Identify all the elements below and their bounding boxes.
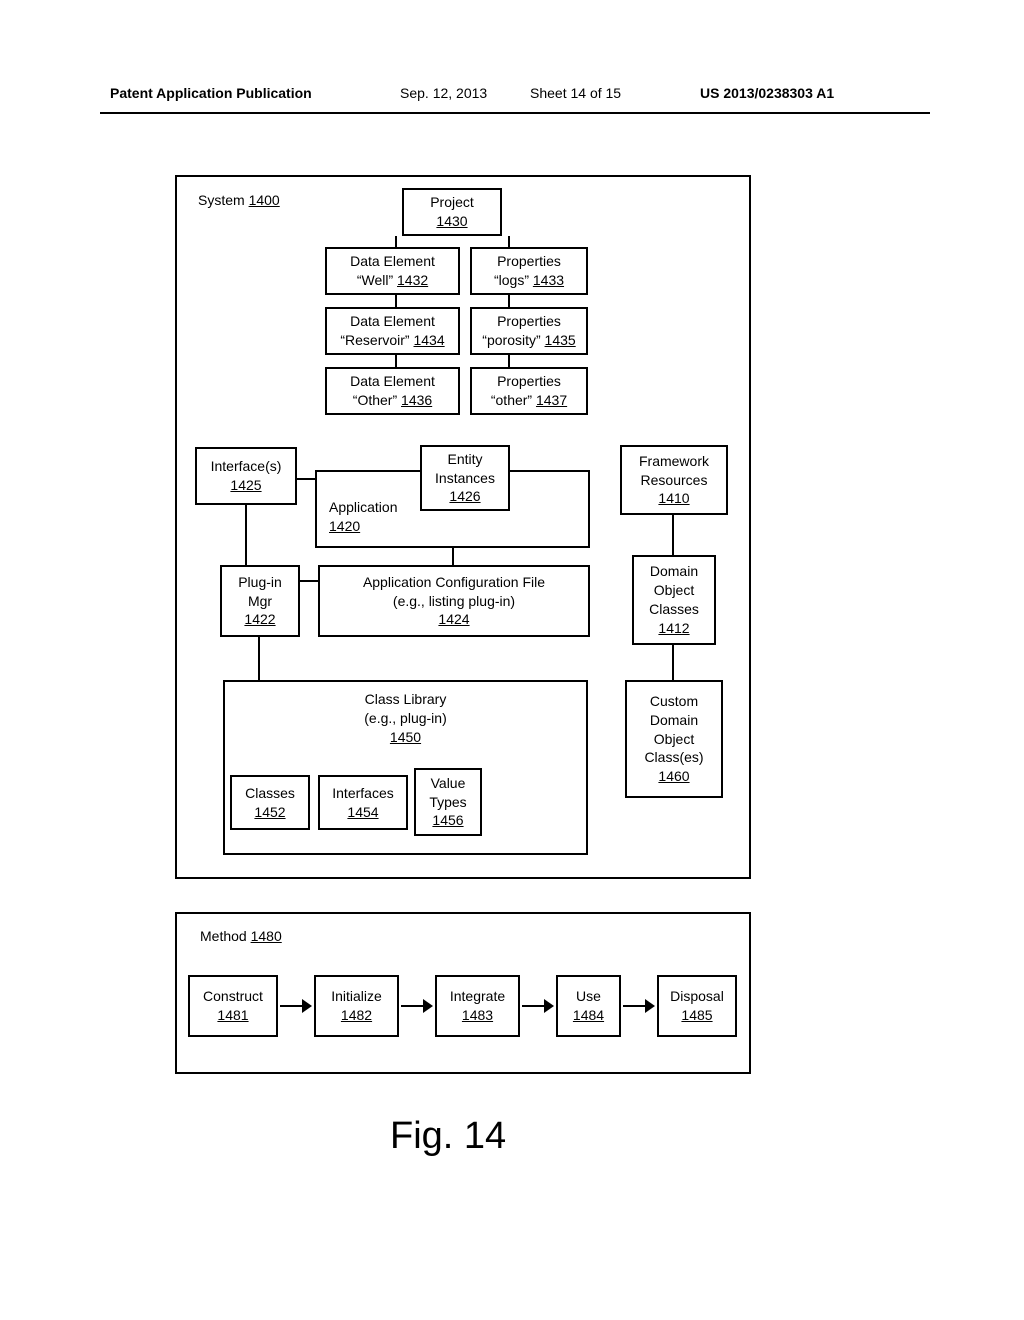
plugin-mgr-box: Plug-in Mgr 1422 bbox=[220, 565, 300, 637]
header-sheet: Sheet 14 of 15 bbox=[530, 85, 621, 101]
interfaces-box: Interface(s) 1425 bbox=[195, 447, 297, 505]
prop-logs-l2: “logs” 1433 bbox=[494, 271, 564, 290]
step-initialize: Initialize 1482 bbox=[314, 975, 399, 1037]
figure-caption: Fig. 14 bbox=[390, 1115, 506, 1158]
prop-logs-l1: Properties bbox=[497, 252, 561, 271]
system-title-text: System bbox=[198, 192, 245, 208]
properties-logs-box: Properties “logs” 1433 bbox=[470, 247, 588, 295]
interfaces-pluginmgr-connector bbox=[245, 505, 247, 565]
pluginmgr-appcfg-connector bbox=[300, 580, 318, 582]
method-title-text: Method bbox=[200, 928, 247, 944]
de-connector-3 bbox=[395, 355, 397, 367]
application-ref: 1420 bbox=[329, 517, 360, 536]
app-config-box: Application Configuration File (e.g., li… bbox=[318, 565, 590, 637]
step-integrate: Integrate 1483 bbox=[435, 975, 520, 1037]
project-ref: 1430 bbox=[436, 212, 467, 231]
system-title: System 1400 bbox=[198, 192, 280, 208]
prop-connector-2 bbox=[508, 295, 510, 307]
lib-interfaces-box: Interfaces 1454 bbox=[318, 775, 408, 830]
project-de-connector bbox=[395, 236, 397, 247]
interfaces-ref: 1425 bbox=[230, 476, 261, 495]
interfaces-label: Interface(s) bbox=[211, 457, 282, 476]
data-element-reservoir-box: Data Element “Reservoir” 1434 bbox=[325, 307, 460, 355]
de-well-l1: Data Element bbox=[350, 252, 435, 271]
prop-connector-3 bbox=[508, 355, 510, 367]
custom-domain-class-box: Custom Domain Object Class(es) 1460 bbox=[625, 680, 723, 798]
framework-resources-box: Framework Resources 1410 bbox=[620, 445, 728, 515]
data-element-well-box: Data Element “Well” 1432 bbox=[325, 247, 460, 295]
step-use: Use 1484 bbox=[556, 975, 621, 1037]
arrow-1 bbox=[280, 999, 312, 1013]
project-label: Project bbox=[430, 193, 474, 212]
arrow-4 bbox=[623, 999, 655, 1013]
header-left: Patent Application Publication bbox=[110, 85, 312, 101]
project-box: Project 1430 bbox=[402, 188, 502, 236]
project-prop-connector bbox=[508, 236, 510, 247]
header-date: Sep. 12, 2013 bbox=[400, 85, 487, 101]
step-disposal: Disposal 1485 bbox=[657, 975, 737, 1037]
arrow-2 bbox=[401, 999, 433, 1013]
value-types-box: Value Types 1456 bbox=[414, 768, 482, 836]
framework-domain-connector bbox=[672, 515, 674, 555]
method-title-ref: 1480 bbox=[251, 928, 282, 944]
domain-object-classes-box: Domain Object Classes 1412 bbox=[632, 555, 716, 645]
arrow-3 bbox=[522, 999, 554, 1013]
data-element-other-box: Data Element “Other” 1436 bbox=[325, 367, 460, 415]
properties-other-box: Properties “other” 1437 bbox=[470, 367, 588, 415]
properties-porosity-box: Properties “porosity” 1435 bbox=[470, 307, 588, 355]
page: Patent Application Publication Sep. 12, … bbox=[0, 0, 1024, 1320]
pluginmgr-classlibrary-connector bbox=[258, 637, 260, 680]
de-connector-2 bbox=[395, 295, 397, 307]
application-appcfg-connector bbox=[452, 548, 454, 565]
interfaces-app-connector bbox=[297, 478, 315, 480]
domain-custom-connector bbox=[672, 645, 674, 680]
system-title-ref: 1400 bbox=[249, 192, 280, 208]
entity-instances-box: Entity Instances 1426 bbox=[420, 445, 510, 511]
classes-box: Classes 1452 bbox=[230, 775, 310, 830]
header-rule bbox=[100, 112, 930, 114]
method-title: Method 1480 bbox=[200, 928, 282, 944]
application-label: Application bbox=[329, 498, 398, 517]
step-construct: Construct 1481 bbox=[188, 975, 278, 1037]
class-library-l1: Class Library bbox=[365, 690, 447, 709]
header-pub-number: US 2013/0238303 A1 bbox=[700, 85, 834, 101]
class-library-l2: (e.g., plug-in) bbox=[364, 709, 446, 728]
de-well-l2: “Well” 1432 bbox=[357, 271, 428, 290]
class-library-ref: 1450 bbox=[390, 728, 421, 747]
